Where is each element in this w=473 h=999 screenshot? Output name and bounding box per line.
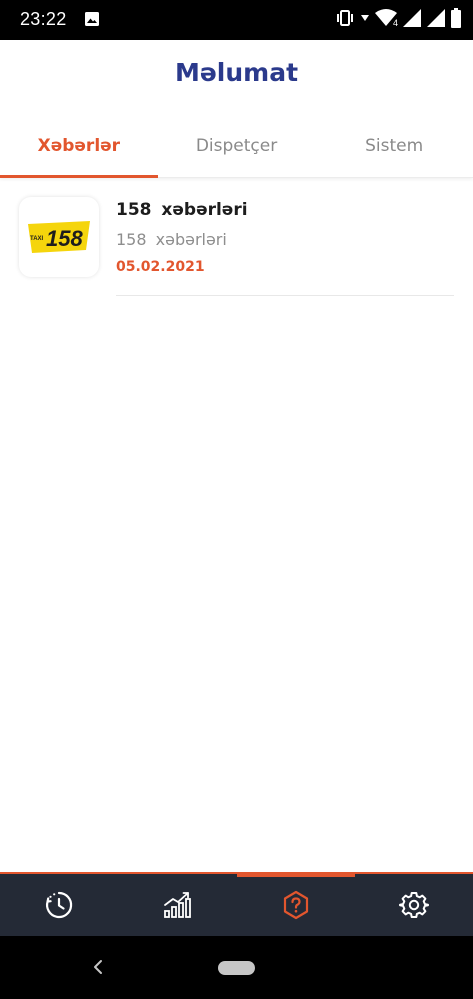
news-date: 05.02.2021 bbox=[116, 259, 205, 275]
stats-chart-icon bbox=[164, 892, 191, 918]
news-title: 158 xəbərləri bbox=[116, 200, 248, 220]
svg-text:158: 158 bbox=[46, 226, 83, 251]
taxi-158-logo: TAXI 158 bbox=[19, 197, 99, 277]
bottom-navigation bbox=[0, 872, 473, 936]
nav-settings-button[interactable] bbox=[355, 874, 473, 936]
history-icon bbox=[46, 891, 73, 919]
status-icons-right: 4 bbox=[335, 8, 461, 28]
vibrate-icon bbox=[337, 10, 353, 26]
news-subtitle: 158 xəbərləri bbox=[116, 230, 227, 249]
status-bar: 23:22 4 bbox=[0, 0, 473, 40]
nav-info-button[interactable] bbox=[237, 874, 355, 936]
tab-news[interactable]: Xəbərlər bbox=[0, 120, 158, 178]
signal-icon-2 bbox=[427, 9, 445, 27]
tab-bar: Xəbərlər Dispetçer Sistem bbox=[0, 120, 473, 178]
system-back-button[interactable] bbox=[90, 956, 106, 978]
system-navigation-bar bbox=[0, 936, 473, 999]
nav-history-button[interactable] bbox=[0, 874, 118, 936]
status-time: 23:22 bbox=[20, 9, 67, 29]
settings-gear-icon bbox=[399, 892, 429, 918]
taxi-158-logo-graphic: TAXI 158 bbox=[28, 221, 90, 253]
image-notification-icon bbox=[85, 12, 99, 26]
page-title: Məlumat bbox=[174, 58, 299, 87]
system-home-button[interactable] bbox=[218, 961, 255, 975]
list-divider bbox=[116, 295, 454, 296]
status-icons-left bbox=[84, 11, 100, 31]
wifi-icon: 4 bbox=[375, 9, 398, 28]
news-list-item[interactable]: TAXI 158 158 xəbərləri 158 xəbərləri 05.… bbox=[0, 180, 473, 298]
nav-statistics-button[interactable] bbox=[118, 874, 236, 936]
svg-text:TAXI: TAXI bbox=[30, 236, 44, 242]
battery-icon bbox=[451, 8, 461, 28]
signal-icon-1 bbox=[403, 9, 421, 27]
network-type-badge: 4 bbox=[392, 18, 398, 28]
data-arrow-icon bbox=[361, 15, 369, 21]
help-icon bbox=[283, 890, 309, 920]
tab-dispatcher[interactable]: Dispetçer bbox=[158, 120, 316, 177]
tab-system[interactable]: Sistem bbox=[315, 120, 473, 177]
